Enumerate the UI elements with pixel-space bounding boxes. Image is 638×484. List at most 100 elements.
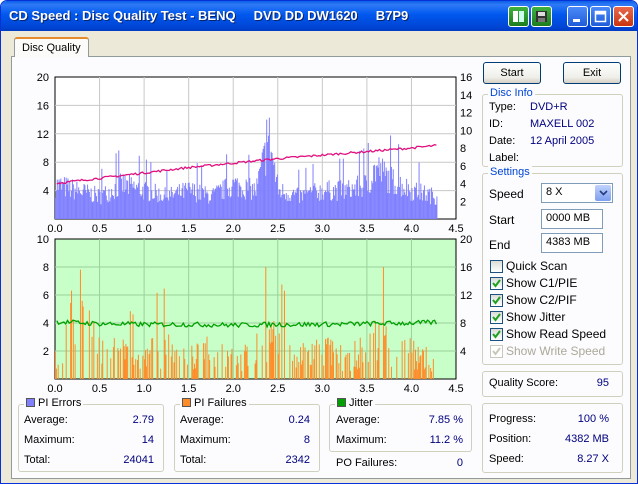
start-button[interactable]: Start — [483, 62, 541, 84]
data-bar — [240, 354, 242, 379]
data-bar — [321, 188, 323, 219]
data-bar — [273, 320, 275, 379]
data-bar — [249, 177, 251, 219]
data-bar — [409, 338, 411, 379]
data-bar — [55, 368, 57, 379]
data-bar — [79, 193, 81, 219]
data-bar — [345, 194, 347, 219]
data-bar — [255, 360, 257, 379]
checkbox-quick-scan[interactable] — [490, 260, 503, 273]
data-bar — [176, 349, 178, 379]
data-bar — [266, 362, 268, 379]
pi-errors-maximum: 14 — [141, 434, 154, 446]
maximize-icon[interactable] — [590, 6, 611, 27]
data-bar — [66, 184, 68, 219]
x-tick-label: 3.0 — [315, 383, 330, 395]
data-bar — [135, 359, 137, 379]
data-bar — [335, 348, 337, 379]
data-bar — [134, 188, 136, 219]
data-bar — [251, 199, 253, 219]
options-icon[interactable] — [508, 6, 529, 27]
data-bar — [101, 363, 103, 379]
end-field[interactable]: 4383 MB — [541, 233, 603, 253]
data-bar — [95, 196, 97, 219]
data-bar — [181, 188, 183, 219]
data-bar — [270, 325, 272, 379]
data-bar — [301, 200, 303, 219]
data-bar — [122, 339, 124, 379]
data-bar — [268, 117, 270, 219]
x-tick-label: 0.0 — [47, 383, 62, 395]
data-bar — [236, 178, 238, 219]
data-bar — [313, 185, 315, 219]
data-bar — [200, 199, 202, 219]
close-icon[interactable] — [613, 6, 634, 27]
type-value: DVD+R — [530, 101, 568, 113]
data-bar — [72, 184, 74, 219]
data-bar — [380, 163, 382, 219]
data-bar — [332, 341, 334, 379]
data-bar — [191, 345, 193, 379]
data-bar — [326, 338, 328, 379]
tab-disc-quality[interactable]: Disc Quality — [14, 37, 89, 57]
exit-button[interactable]: Exit — [563, 62, 621, 84]
data-bar — [65, 324, 67, 379]
data-bar — [267, 142, 269, 219]
data-bar — [353, 366, 355, 379]
data-bar — [76, 181, 78, 219]
data-bar — [129, 311, 131, 379]
data-bar — [281, 284, 283, 379]
data-bar — [122, 175, 124, 219]
data-bar — [250, 186, 252, 219]
checkbox-label: Show Jitter — [506, 310, 566, 324]
title-bar[interactable]: CD Speed : Disc Quality Test - BENQ DVD … — [1, 1, 637, 31]
checkbox-show-read-speed[interactable] — [490, 328, 503, 341]
jitter-swatch — [337, 398, 346, 407]
save-icon[interactable] — [531, 6, 552, 27]
checkbox-show-jitter[interactable] — [490, 311, 503, 324]
data-bar — [216, 185, 218, 219]
checkbox-label: Show Read Speed — [506, 327, 607, 341]
data-bar — [224, 179, 226, 219]
data-bar — [161, 201, 163, 219]
data-bar — [262, 148, 264, 219]
data-bar — [92, 202, 94, 219]
disc-quality-chart: 0.0 0.5 1.0 1.5 2.0 2.5 3.0 3.5 4.0 4.54812162024… — [37, 72, 473, 395]
data-bar — [374, 181, 376, 219]
data-bar — [239, 185, 241, 219]
data-bar — [236, 355, 238, 379]
data-bar — [139, 193, 141, 219]
data-bar — [194, 184, 196, 219]
checkbox-show-c2-pif[interactable] — [490, 294, 503, 307]
start-field[interactable]: 0000 MB — [541, 209, 603, 229]
minimize-icon[interactable] — [567, 6, 588, 27]
data-bar — [352, 189, 354, 219]
data-bar — [431, 191, 433, 219]
y-right-tick-label: 16 — [460, 262, 472, 274]
speed-select[interactable]: 8 X — [541, 183, 613, 203]
data-bar — [264, 142, 266, 219]
data-bar — [221, 344, 223, 379]
data-bar — [123, 346, 125, 379]
chevron-down-icon[interactable] — [595, 185, 611, 201]
checkbox-label: Show Write Speed — [506, 344, 606, 358]
data-bar — [397, 186, 399, 219]
data-bar — [227, 196, 229, 219]
x-tick-label: 2.0 — [226, 223, 241, 235]
data-bar — [157, 202, 159, 219]
data-bar — [357, 196, 359, 219]
data-bar — [137, 354, 139, 379]
data-bar — [407, 353, 409, 379]
data-bar — [413, 199, 415, 219]
data-bar — [306, 190, 308, 219]
data-bar — [227, 356, 229, 379]
jitter-average-label: Average: — [336, 414, 380, 426]
x-tick-label: 1.0 — [136, 223, 151, 235]
data-bar — [231, 348, 233, 379]
data-bar — [194, 363, 196, 379]
data-bar — [87, 184, 89, 219]
checkbox-show-c1-pie[interactable] — [490, 277, 503, 290]
data-bar — [338, 363, 340, 379]
data-bar — [291, 195, 293, 219]
pi-errors-maximum-label: Maximum: — [24, 434, 75, 446]
